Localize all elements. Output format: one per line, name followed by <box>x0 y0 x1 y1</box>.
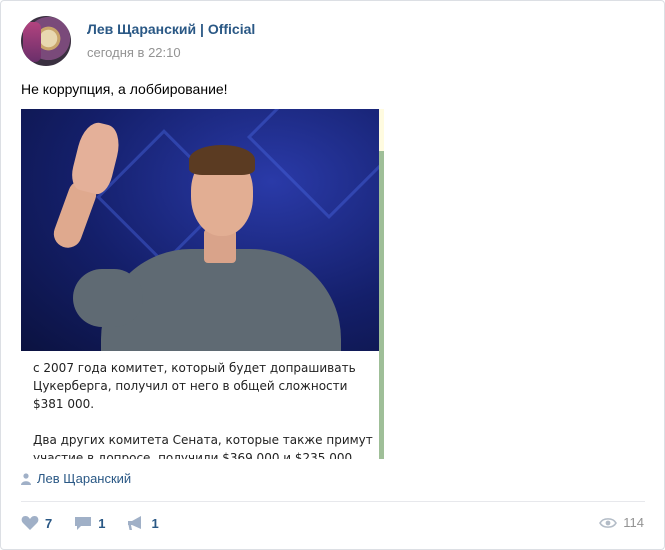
post-image[interactable]: с 2007 года комитет, который будет допра… <box>21 109 384 459</box>
person-hair <box>189 145 255 175</box>
megaphone-icon <box>128 516 142 530</box>
post-actions: 7 1 1 <box>21 515 181 531</box>
person-icon <box>21 472 31 485</box>
heart-icon <box>21 516 39 530</box>
footer-divider <box>21 501 645 502</box>
comment-button[interactable]: 1 <box>74 515 105 531</box>
comment-icon <box>75 517 92 530</box>
image-edge-strip <box>379 109 384 459</box>
post-card: Лев Щаранский | Official сегодня в 22:10… <box>0 0 665 550</box>
repost-button[interactable]: 1 <box>127 515 159 531</box>
eye-icon <box>599 517 618 528</box>
signer-name: Лев Щаранский <box>37 471 132 486</box>
post-text: Не коррупция, а лоббирование! <box>21 81 228 97</box>
caption-paragraph-1: с 2007 года комитет, который будет допра… <box>33 361 356 411</box>
like-count: 7 <box>45 515 53 531</box>
like-button[interactable]: 7 <box>21 515 52 531</box>
image-caption: с 2007 года комитет, который будет допра… <box>33 359 373 459</box>
person-sleeve <box>73 269 143 327</box>
stage-decoration <box>246 109 379 220</box>
repost-count: 1 <box>151 515 159 531</box>
post-signer[interactable]: Лев Щаранский <box>21 471 131 486</box>
author-name-link[interactable]: Лев Щаранский | Official <box>87 21 255 37</box>
caption-paragraph-2: Два других комитета Сената, которые такж… <box>33 433 373 459</box>
views-counter: 114 <box>599 515 644 530</box>
views-count: 114 <box>623 515 644 530</box>
author-avatar[interactable] <box>21 16 71 66</box>
post-timestamp[interactable]: сегодня в 22:10 <box>87 45 181 60</box>
avatar-image-detail <box>23 22 41 62</box>
photo-area <box>21 109 379 351</box>
comment-count: 1 <box>98 515 106 531</box>
